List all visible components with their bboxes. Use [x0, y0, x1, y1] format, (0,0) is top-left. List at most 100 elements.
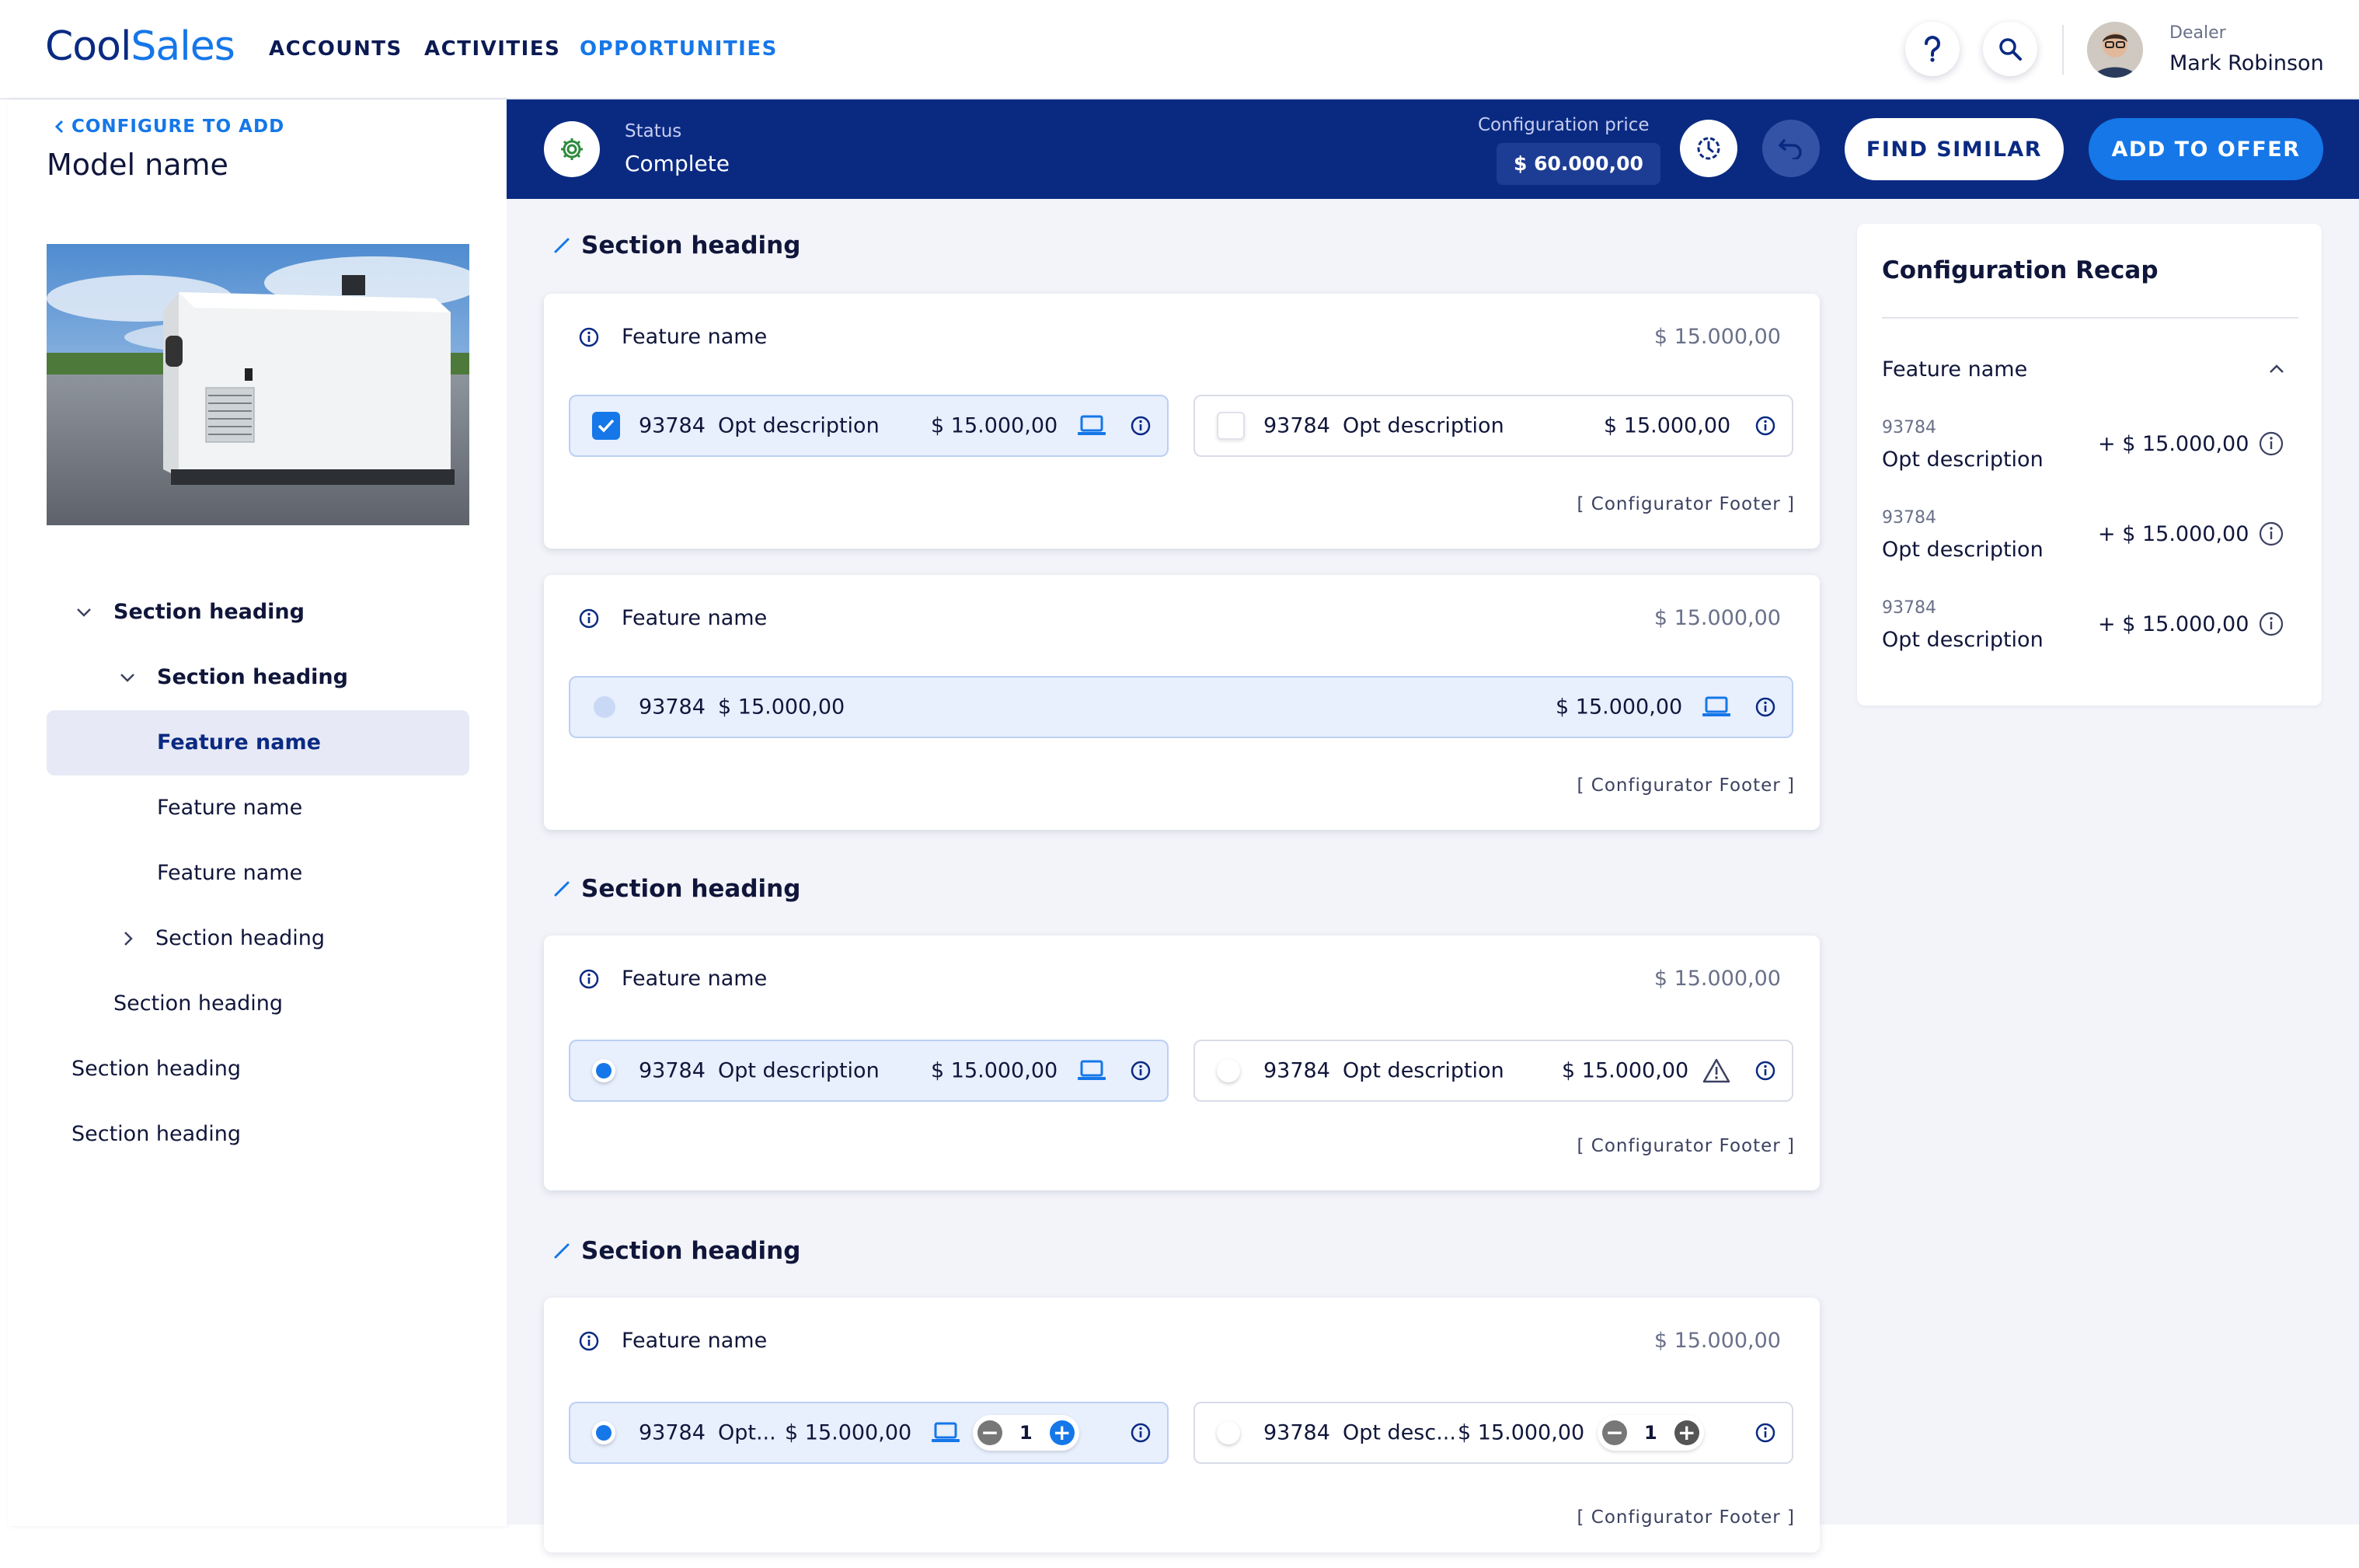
- recap-item-desc: Opt description: [1882, 628, 2044, 652]
- option-card[interactable]: 93784 $ 15.000,00 $ 15.000,00: [569, 676, 1793, 738]
- laptop-icon[interactable]: [1702, 696, 1731, 718]
- option-card[interactable]: 93784 Opt description $ 15.000,00: [1193, 395, 1793, 457]
- option-price: $ 15.000,00: [1562, 1058, 1689, 1083]
- option-radio[interactable]: [1217, 1421, 1240, 1444]
- user-role: Dealer: [2169, 23, 2226, 43]
- nav-accounts[interactable]: ACCOUNTS: [269, 37, 402, 61]
- plus-icon[interactable]: +: [1674, 1420, 1699, 1445]
- recap-feature[interactable]: Feature name: [1882, 357, 2027, 382]
- laptop-icon[interactable]: [1077, 1060, 1106, 1082]
- tree-section-1[interactable]: Section heading: [76, 600, 305, 624]
- add-to-offer-button[interactable]: ADD TO OFFER: [2089, 118, 2323, 180]
- info-icon[interactable]: [578, 608, 600, 629]
- gear-icon: [559, 136, 585, 162]
- tree-section-2[interactable]: Section heading: [71, 1057, 241, 1081]
- chevron-left-icon: [54, 120, 64, 134]
- tree-label: Section heading: [155, 926, 326, 950]
- status-label: Status: [625, 121, 682, 141]
- tree-feature-2[interactable]: Feature name: [157, 796, 302, 820]
- find-similar-button[interactable]: FIND SIMILAR: [1845, 118, 2064, 180]
- laptop-icon[interactable]: [931, 1422, 960, 1444]
- chevron-up-icon[interactable]: [2269, 364, 2284, 375]
- minus-icon[interactable]: −: [977, 1420, 1002, 1445]
- divider: [1882, 317, 2298, 319]
- feature-title: Feature name: [578, 967, 767, 991]
- option-description: Opt description: [718, 1058, 880, 1083]
- info-icon[interactable]: [1754, 1060, 1776, 1082]
- info-icon[interactable]: [1130, 415, 1152, 437]
- feature-name: Feature name: [622, 967, 768, 991]
- undo-button[interactable]: [1762, 120, 1820, 177]
- info-icon[interactable]: [578, 326, 600, 348]
- warning-icon[interactable]: [1702, 1058, 1731, 1084]
- user-name[interactable]: Mark Robinson: [2169, 51, 2324, 75]
- quantity-stepper[interactable]: − 1 +: [973, 1415, 1079, 1451]
- search-button[interactable]: [1983, 22, 2037, 76]
- search-icon: [1998, 37, 2023, 61]
- option-checkbox[interactable]: [1217, 412, 1245, 440]
- feature-price: $ 15.000,00: [1653, 325, 1781, 349]
- laptop-icon[interactable]: [1077, 415, 1106, 437]
- option-radio[interactable]: [592, 1421, 615, 1444]
- info-icon[interactable]: [2258, 611, 2284, 637]
- tree-feature-selected[interactable]: Feature name: [157, 730, 321, 754]
- top-bar: CoolSales ACCOUNTS ACTIVITIES OPPORTUNIT…: [0, 0, 2359, 99]
- info-icon[interactable]: [1130, 1060, 1152, 1082]
- info-icon[interactable]: [1130, 1422, 1152, 1444]
- option-card[interactable]: 93784 Opt description $ 15.000,00: [1193, 1040, 1793, 1102]
- option-price: $ 15.000,00: [931, 413, 1058, 438]
- info-icon[interactable]: [1754, 696, 1776, 718]
- option-checkbox[interactable]: [592, 412, 620, 440]
- section-heading-3: Section heading: [553, 1237, 800, 1265]
- tree-section-1-2[interactable]: Section heading: [123, 926, 325, 950]
- info-icon[interactable]: [2258, 521, 2284, 547]
- info-icon[interactable]: [1754, 415, 1776, 437]
- option-radio[interactable]: [592, 1059, 615, 1082]
- help-button[interactable]: [1905, 22, 1960, 76]
- plus-icon[interactable]: +: [1049, 1420, 1075, 1445]
- option-card[interactable]: 93784 Opt description $ 15.000,00: [569, 1040, 1169, 1102]
- option-code: 93784: [1263, 1420, 1330, 1445]
- section-heading-2: Section heading: [553, 875, 800, 903]
- recap-item-price: + $ 15.000,00: [2098, 522, 2249, 546]
- recap-item-code: 93784: [1882, 598, 1936, 618]
- question-icon: [1921, 35, 1944, 63]
- option-code: 93784: [1263, 1058, 1330, 1083]
- info-icon[interactable]: [1754, 1422, 1776, 1444]
- option-description: Opt description: [1343, 1058, 1504, 1083]
- nav-opportunities[interactable]: OPPORTUNITIES: [580, 37, 778, 61]
- configurator-footer: [ Configurator Footer ]: [1577, 775, 1795, 796]
- option-code: 93784: [639, 413, 706, 438]
- option-description: Opt description: [718, 413, 880, 438]
- avatar[interactable]: [2087, 22, 2143, 78]
- option-card[interactable]: 93784 Opt description $ 15.000,00: [569, 395, 1169, 457]
- option-price: $ 15.000,00: [1556, 695, 1683, 720]
- history-button[interactable]: [1680, 120, 1737, 177]
- tree-section-3[interactable]: Section heading: [71, 1122, 241, 1146]
- option-card[interactable]: 93784 Opt desc... $ 15.000,00 − 1 +: [1193, 1402, 1793, 1464]
- feature-price: $ 15.000,00: [1653, 967, 1781, 991]
- option-radio[interactable]: [1217, 1059, 1240, 1082]
- back-link[interactable]: CONFIGURE TO ADD: [54, 117, 284, 137]
- info-icon[interactable]: [578, 1330, 600, 1352]
- tree-section-1-3[interactable]: Section heading: [113, 991, 283, 1016]
- recap-item-desc: Opt description: [1882, 538, 2044, 562]
- option-price: $ 15.000,00: [1458, 1420, 1585, 1445]
- quantity-stepper[interactable]: − 1 +: [1598, 1415, 1704, 1451]
- feature-title: Feature name: [578, 325, 767, 349]
- option-card[interactable]: 93784 Opt... $ 15.000,00 − 1 +: [569, 1402, 1169, 1464]
- tree-label: Section heading: [157, 665, 348, 689]
- app-logo[interactable]: CoolSales: [45, 23, 235, 70]
- section-heading-1: Section heading: [553, 232, 800, 260]
- quantity-value: 1: [1644, 1422, 1657, 1444]
- nav-activities[interactable]: ACTIVITIES: [424, 37, 560, 61]
- product-image: [47, 244, 469, 525]
- minus-icon[interactable]: −: [1602, 1420, 1627, 1445]
- tree-section-1-1[interactable]: Section heading: [120, 665, 348, 689]
- history-icon: [1695, 134, 1723, 162]
- info-icon[interactable]: [2258, 430, 2284, 457]
- info-icon[interactable]: [578, 968, 600, 990]
- option-radio[interactable]: [594, 696, 615, 718]
- option-description: Opt...: [718, 1420, 776, 1445]
- tree-feature-3[interactable]: Feature name: [157, 861, 302, 885]
